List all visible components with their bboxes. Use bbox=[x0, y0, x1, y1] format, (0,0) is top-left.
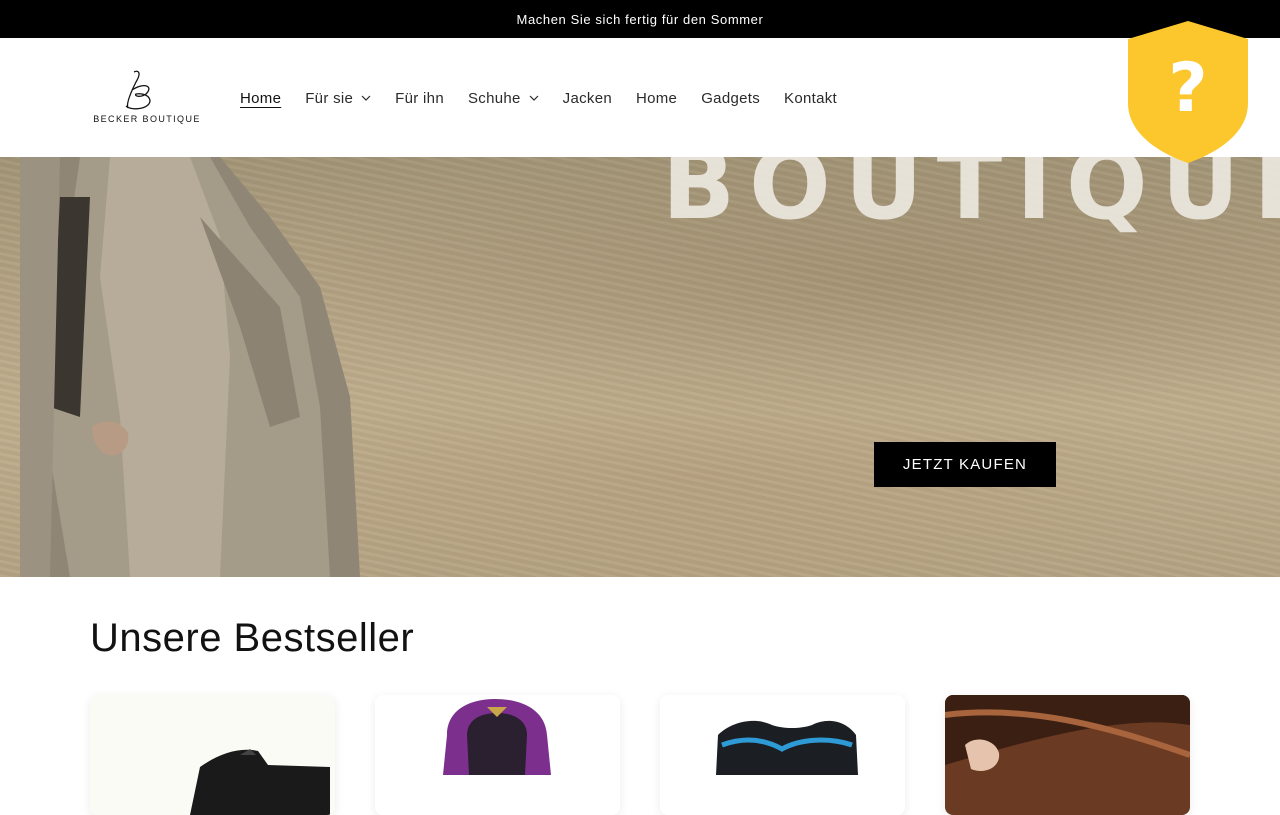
nav-item-label: Gadgets bbox=[701, 89, 761, 107]
site-header: BECKER BOUTIQUE Home Für sie Für ihn Sch… bbox=[0, 38, 1280, 157]
announcement-bar: Machen Sie sich fertig für den Sommer bbox=[0, 0, 1280, 38]
hero-background-text: BOUTIQUE bbox=[662, 157, 1280, 241]
blue-shirt-product-image bbox=[660, 695, 905, 815]
chevron-down-icon bbox=[529, 95, 539, 101]
badge-symbol: ? bbox=[1168, 49, 1207, 128]
hero-banner: BOUTIQUE JETZT KAUFEN bbox=[0, 157, 1280, 577]
sneaker-product-image bbox=[90, 695, 335, 815]
announcement-text: Machen Sie sich fertig für den Sommer bbox=[516, 11, 764, 27]
brand-name: BECKER BOUTIQUE bbox=[93, 114, 201, 124]
product-card[interactable] bbox=[945, 695, 1190, 815]
nav-item-fuer-sie[interactable]: Für sie bbox=[293, 82, 383, 114]
product-card[interactable] bbox=[660, 695, 905, 815]
nav-item-label: Home bbox=[635, 89, 678, 107]
product-grid bbox=[90, 695, 1190, 815]
nav-item-label: Jacken bbox=[562, 89, 612, 107]
nav-item-home-2[interactable]: Home bbox=[624, 82, 689, 114]
nav-item-home[interactable]: Home bbox=[228, 82, 293, 114]
nav-item-label: Home bbox=[240, 89, 282, 107]
product-card[interactable] bbox=[90, 695, 335, 815]
brand-logo[interactable]: BECKER BOUTIQUE bbox=[90, 66, 204, 130]
hair-product-image bbox=[945, 695, 1190, 815]
nav-item-label: Schuhe bbox=[467, 89, 521, 107]
nav-item-fuer-ihn[interactable]: Für ihn bbox=[383, 82, 456, 114]
product-card[interactable] bbox=[375, 695, 620, 815]
nav-item-label: Kontakt bbox=[784, 89, 837, 107]
purple-jacket-product-image bbox=[375, 695, 620, 815]
nav-item-schuhe[interactable]: Schuhe bbox=[456, 82, 551, 114]
nav-item-label: Für sie bbox=[305, 89, 354, 107]
nav-item-label: Für ihn bbox=[395, 89, 444, 107]
logo-monogram-icon bbox=[125, 70, 151, 110]
chevron-down-icon bbox=[361, 95, 371, 101]
nav-item-kontakt[interactable]: Kontakt bbox=[772, 82, 849, 114]
bestsellers-title: Unsere Bestseller bbox=[90, 616, 415, 660]
main-nav: Home Für sie Für ihn Schuhe Jacken Home … bbox=[228, 82, 849, 114]
shop-now-button[interactable]: JETZT KAUFEN bbox=[874, 442, 1056, 487]
hero-model-image bbox=[20, 157, 360, 577]
shield-question-icon[interactable]: ? bbox=[1126, 19, 1250, 165]
nav-item-gadgets[interactable]: Gadgets bbox=[689, 82, 772, 114]
nav-item-jacken[interactable]: Jacken bbox=[551, 82, 624, 114]
